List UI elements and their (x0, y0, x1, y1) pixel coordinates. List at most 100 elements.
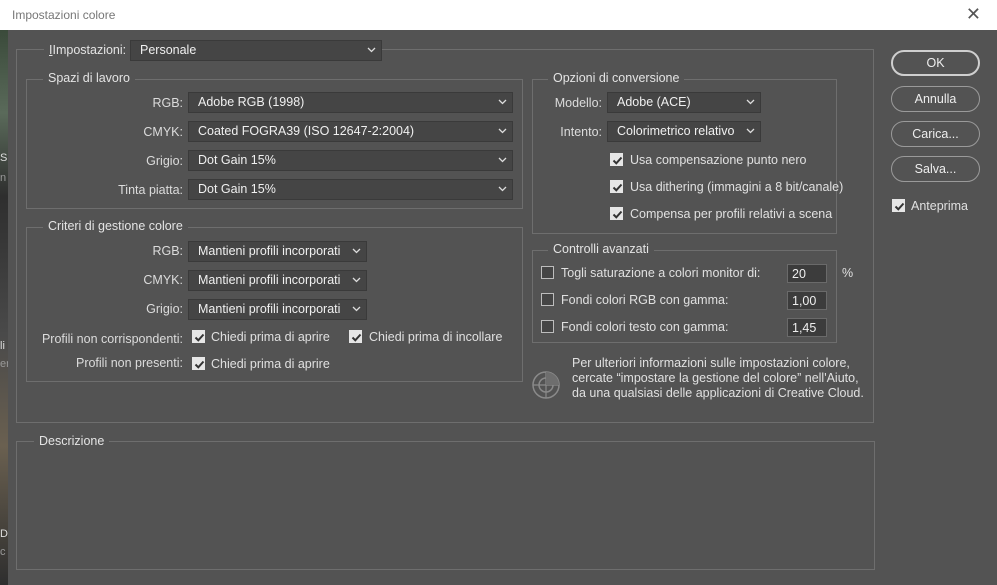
intent-select[interactable]: Colorimetrico relativo (607, 121, 761, 142)
working-spot-value: Dot Gain 15% (198, 182, 276, 196)
background-text: n (0, 172, 7, 184)
chevron-down-icon (746, 128, 755, 134)
policy-cmyk-value: Mantieni profili incorporati (198, 273, 341, 287)
blend-rgb-label[interactable]: Fondi colori RGB con gamma: (561, 293, 728, 307)
chevron-down-icon (498, 128, 507, 134)
blend-text-checkbox[interactable] (541, 320, 554, 333)
working-gray-select[interactable]: Dot Gain 15% (188, 150, 513, 171)
ok-button[interactable]: OK (891, 50, 980, 76)
blend-text-label[interactable]: Fondi colori testo con gamma: (561, 320, 728, 334)
dither-checkbox[interactable] (610, 180, 623, 193)
chevron-down-icon (367, 47, 376, 53)
working-rgb-select[interactable]: Adobe RGB (1998) (188, 92, 513, 113)
checkmark-icon (612, 183, 623, 192)
desaturate-value: 20 (792, 267, 806, 281)
color-settings-dialog: IImpostazioni: Personale Spazi di lavoro… (8, 30, 997, 585)
desaturate-input[interactable]: 20 (787, 264, 827, 283)
policy-cmyk-label: CMYK: (143, 273, 183, 287)
working-gray-value: Dot Gain 15% (198, 153, 276, 167)
settings-label: IImpostazioni: (44, 43, 132, 57)
description-legend: Descrizione (34, 434, 110, 448)
working-spot-select[interactable]: Dot Gain 15% (188, 179, 513, 200)
desaturate-checkbox[interactable] (541, 266, 554, 279)
advanced-legend: Controlli avanzati (548, 242, 654, 256)
engine-label: Modello: (554, 96, 602, 110)
working-cmyk-value: Coated FOGRA39 (ISO 12647-2:2004) (198, 124, 415, 138)
info-line-1: Per ulteriori informazioni sulle imposta… (572, 356, 850, 370)
background-text: S (0, 152, 8, 164)
blend-rgb-value: 1,00 (792, 294, 817, 308)
settings-preset-value: Personale (140, 43, 197, 57)
ok-button-label: OK (926, 56, 945, 70)
working-rgb-value: Adobe RGB (1998) (198, 95, 305, 109)
checkmark-icon (612, 210, 623, 219)
policy-gray-label: Grigio: (146, 302, 183, 316)
policy-gray-value: Mantieni profili incorporati (198, 302, 341, 316)
background-text: c (0, 546, 6, 558)
chevron-down-icon (352, 277, 361, 283)
working-cmyk-label: CMYK: (143, 125, 183, 139)
window-title: Impostazioni colore (12, 8, 116, 22)
checkmark-icon (194, 360, 205, 369)
mismatch-ask-paste-label[interactable]: Chiedi prima di incollare (369, 330, 502, 344)
scene-compensation-checkbox[interactable] (610, 207, 623, 220)
missing-ask-open-checkbox[interactable] (192, 357, 205, 370)
cancel-button[interactable]: Annulla (891, 86, 980, 112)
description-group (16, 441, 875, 570)
close-icon[interactable]: ✕ (966, 4, 981, 25)
preview-checkbox[interactable] (892, 199, 905, 212)
desaturate-label[interactable]: Togli saturazione a colori monitor di: (561, 266, 760, 280)
background-application-strip (0, 30, 8, 585)
mismatch-ask-open-label[interactable]: Chiedi prima di aprire (211, 330, 330, 344)
checkmark-icon (894, 202, 905, 211)
black-point-checkbox[interactable] (610, 153, 623, 166)
policies-legend: Criteri di gestione colore (43, 219, 188, 233)
engine-value: Adobe (ACE) (617, 95, 691, 109)
working-spaces-legend: Spazi di lavoro (43, 71, 135, 85)
background-text: D (0, 528, 8, 540)
blend-text-input[interactable]: 1,45 (787, 318, 827, 337)
color-wheel-icon (532, 371, 560, 399)
working-gray-label: Grigio: (146, 154, 183, 168)
chevron-down-icon (498, 99, 507, 105)
load-button[interactable]: Carica... (891, 121, 980, 147)
chevron-down-icon (352, 248, 361, 254)
preview-label[interactable]: Anteprima (911, 199, 968, 213)
checkmark-icon (351, 333, 362, 342)
conversion-legend: Opzioni di conversione (548, 71, 685, 85)
cancel-button-label: Annulla (914, 92, 957, 106)
black-point-label[interactable]: Usa compensazione punto nero (630, 153, 807, 167)
save-button-label: Salva... (914, 162, 957, 176)
blend-text-value: 1,45 (792, 321, 817, 335)
checkmark-icon (194, 333, 205, 342)
checkmark-icon (612, 156, 623, 165)
policy-rgb-value: Mantieni profili incorporati (198, 244, 341, 258)
settings-label-text: Impostazioni: (52, 43, 127, 57)
chevron-down-icon (746, 99, 755, 105)
info-line-3: da una qualsiasi delle applicazioni di C… (572, 386, 864, 400)
save-button[interactable]: Salva... (891, 156, 980, 182)
mismatch-ask-open-checkbox[interactable] (192, 330, 205, 343)
blend-rgb-input[interactable]: 1,00 (787, 291, 827, 310)
chevron-down-icon (352, 306, 361, 312)
policy-gray-select[interactable]: Mantieni profili incorporati (188, 299, 367, 320)
engine-select[interactable]: Adobe (ACE) (607, 92, 761, 113)
mismatch-label: Profili non corrispondenti: (41, 332, 183, 346)
title-bar: Impostazioni colore ✕ (0, 0, 997, 30)
mismatch-ask-paste-checkbox[interactable] (349, 330, 362, 343)
chevron-down-icon (498, 157, 507, 163)
working-rgb-label: RGB: (152, 96, 183, 110)
blend-rgb-checkbox[interactable] (541, 293, 554, 306)
missing-ask-open-label[interactable]: Chiedi prima di aprire (211, 357, 330, 371)
intent-value: Colorimetrico relativo (617, 124, 735, 138)
background-text: li (0, 340, 5, 352)
settings-preset-select[interactable]: Personale (130, 40, 382, 61)
scene-compensation-label[interactable]: Compensa per profili relativi a scena (630, 207, 832, 221)
intent-label: Intento: (560, 125, 602, 139)
working-cmyk-select[interactable]: Coated FOGRA39 (ISO 12647-2:2004) (188, 121, 513, 142)
dither-label[interactable]: Usa dithering (immagini a 8 bit/canale) (630, 180, 843, 194)
working-spot-label: Tinta piatta: (118, 183, 183, 197)
policy-cmyk-select[interactable]: Mantieni profili incorporati (188, 270, 367, 291)
policy-rgb-select[interactable]: Mantieni profili incorporati (188, 241, 367, 262)
info-line-2: cercate “impostare la gestione del color… (572, 371, 859, 385)
